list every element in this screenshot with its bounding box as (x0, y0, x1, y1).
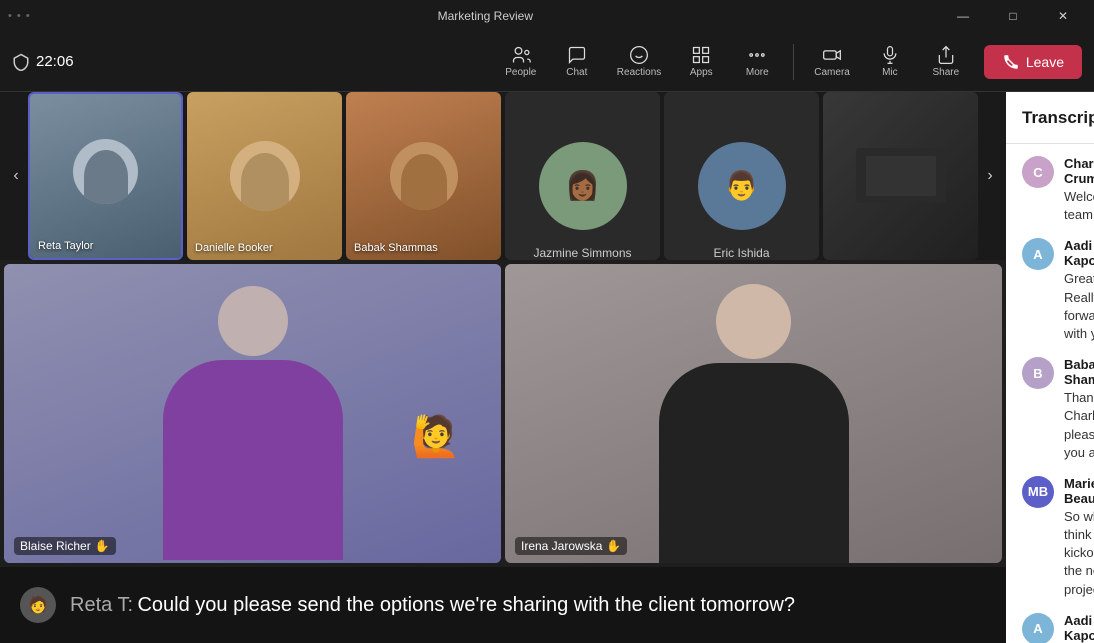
toolbar-icons: People Chat Reactions Apps (495, 39, 1082, 84)
reactions-icon (629, 45, 649, 65)
phone-icon (1002, 53, 1020, 71)
participant-thumb-reta[interactable]: Reta Taylor (28, 92, 183, 260)
hand-raised-icon-irena: ✋ (606, 539, 621, 553)
message-text: Welcome to the team, Babak! (1064, 188, 1094, 224)
participant-thumb-babak[interactable]: Babak Shammas (346, 92, 501, 260)
message-sender: Marie Beaudouin (1064, 476, 1094, 506)
more-icon (747, 45, 767, 65)
video-label-irena: Irena Jarowska ✋ (515, 537, 627, 555)
caption-avatar: 🧑 (20, 587, 56, 623)
participant-thumb-danielle[interactable]: Danielle Booker (187, 92, 342, 260)
message-avatar: C (1022, 156, 1054, 188)
timer-display: 22:06 (12, 53, 74, 71)
titlebar-controls: — □ ✕ (940, 0, 1086, 32)
thumb-label-reta: Reta Taylor (38, 240, 93, 252)
message-sender: Aadi Kapoor (1064, 613, 1094, 643)
leave-button[interactable]: Leave (984, 45, 1082, 79)
titlebar-dots: • • • (8, 10, 31, 22)
message-sender: Babak Shammas (1064, 357, 1094, 387)
share-icon (936, 45, 956, 65)
video-label-blaise: Blaise Richer ✋ (14, 537, 116, 555)
mic-button[interactable]: Mic (864, 39, 916, 84)
maximize-button[interactable]: □ (990, 0, 1036, 32)
camera-icon (822, 45, 842, 65)
participant-thumb-room[interactable] (823, 92, 978, 260)
apps-button[interactable]: Apps (675, 39, 727, 84)
transcript-panel: Transcript C Charlotte De Crum 11:23 AM … (1006, 92, 1094, 643)
message-content: Charlotte De Crum 11:23 AM Welcome to th… (1064, 156, 1094, 224)
video-area: ‹ Reta Taylor (0, 92, 1006, 643)
message-content: Babak Shammas 11:23 AM Thanks for the in… (1064, 357, 1094, 462)
thumb-label-danielle: Danielle Booker (195, 242, 273, 254)
message-text: Great to meet you. Really looking forwar… (1064, 270, 1094, 343)
participant-thumb-eric[interactable]: 👨 Eric Ishida (664, 92, 819, 260)
message-sender: Aadi Kapoor (1064, 238, 1094, 268)
message-avatar: B (1022, 357, 1054, 389)
transcript-message: MB Marie Beaudouin 11:23 AM So what did … (1022, 476, 1094, 599)
transcript-messages: C Charlotte De Crum 11:23 AM Welcome to … (1006, 144, 1094, 643)
thumb-label-babak: Babak Shammas (354, 242, 438, 254)
participant-strip: ‹ Reta Taylor (0, 92, 1006, 260)
apps-icon (691, 45, 711, 65)
caption-content: Reta T: Could you please send the option… (70, 591, 795, 619)
titlebar: • • • Marketing Review — □ ✕ (0, 0, 1094, 32)
message-content: Aadi Kapoor 11:23 AM Great to meet you. … (1064, 238, 1094, 343)
video-cell-blaise: 🙋 Blaise Richer ✋ (4, 264, 501, 563)
caption-bar: 🧑 Reta T: Could you please send the opti… (0, 567, 1006, 643)
people-button[interactable]: People (495, 39, 547, 84)
message-avatar: MB (1022, 476, 1054, 508)
people-icon (511, 45, 531, 65)
video-grid: 🙋 Blaise Richer ✋ Irena Jarowska ✋ (0, 260, 1006, 567)
message-avatar: A (1022, 238, 1054, 270)
toolbar: 22:06 People Chat Reactions (0, 32, 1094, 92)
transcript-message: A Aadi Kapoor 11:23 AM Great to meet you… (1022, 238, 1094, 343)
shield-icon (12, 53, 30, 71)
chat-button[interactable]: Chat (551, 39, 603, 84)
strip-prev-button[interactable]: ‹ (4, 100, 28, 252)
video-cell-irena: Irena Jarowska ✋ (505, 264, 1002, 563)
close-button[interactable]: ✕ (1040, 0, 1086, 32)
mic-icon (880, 45, 900, 65)
message-text: Thanks for the intro, Charlotte. It's a … (1064, 389, 1094, 462)
hand-raised-icon: ✋ (95, 539, 110, 553)
message-content: Marie Beaudouin 11:23 AM So what did you… (1064, 476, 1094, 599)
message-avatar: A (1022, 613, 1054, 643)
main-content: ‹ Reta Taylor (0, 92, 1094, 643)
transcript-message: A Aadi Kapoor 11:23 AM It's very excitin… (1022, 613, 1094, 643)
transcript-header: Transcript (1006, 92, 1094, 144)
titlebar-title: Marketing Review (438, 9, 533, 23)
more-button[interactable]: More (731, 39, 783, 84)
strip-next-button[interactable]: › (978, 100, 1002, 252)
camera-button[interactable]: Camera (804, 39, 860, 84)
strip-thumbnails: Reta Taylor Danielle Booker (28, 92, 978, 260)
participant-thumb-jazmine[interactable]: 👩🏾 Jazmine Simmons (505, 92, 660, 260)
transcript-message: C Charlotte De Crum 11:23 AM Welcome to … (1022, 156, 1094, 224)
minimize-button[interactable]: — (940, 0, 986, 32)
chat-icon (567, 45, 587, 65)
message-text: So what did you all think of today's kic… (1064, 508, 1094, 599)
message-sender: Charlotte De Crum (1064, 156, 1094, 186)
reactions-button[interactable]: Reactions (607, 39, 671, 84)
share-button[interactable]: Share (920, 39, 972, 84)
transcript-message: B Babak Shammas 11:23 AM Thanks for the … (1022, 357, 1094, 462)
message-content: Aadi Kapoor 11:23 AM It's very exciting.… (1064, 613, 1094, 643)
